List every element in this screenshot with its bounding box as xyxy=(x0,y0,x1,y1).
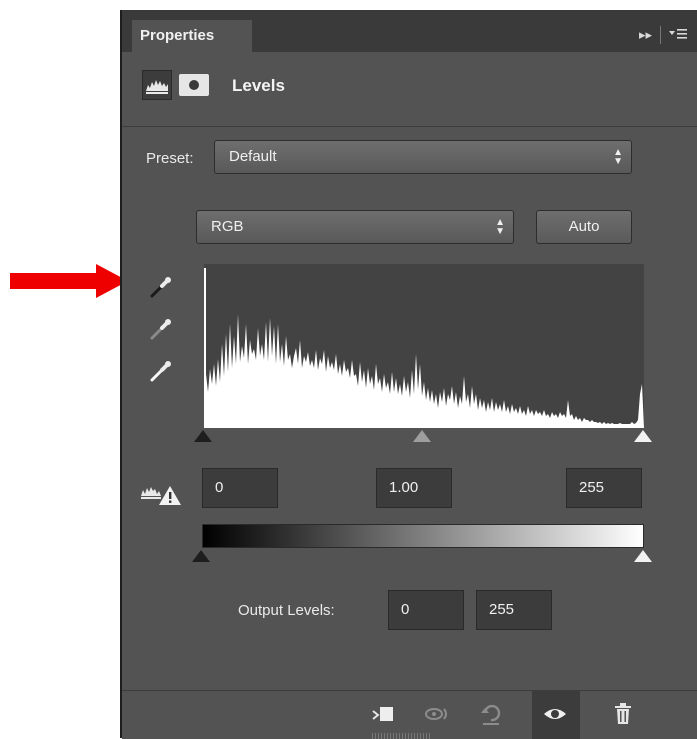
bottom-toolbar xyxy=(122,690,697,739)
output-gradient xyxy=(202,524,644,548)
input-black-slider[interactable] xyxy=(194,430,212,442)
channel-select[interactable]: RGB ▲ ▼ xyxy=(196,210,514,244)
histogram-graph xyxy=(204,268,644,428)
eyedropper-white-icon[interactable] xyxy=(148,358,174,384)
channel-value: RGB xyxy=(211,218,244,235)
output-black-slider[interactable] xyxy=(192,550,210,562)
select-arrows-icon: ▲ ▼ xyxy=(495,217,505,237)
resize-grip[interactable] xyxy=(372,733,432,739)
preset-select[interactable]: Default ▲ ▼ xyxy=(214,140,632,174)
tab-properties[interactable]: Properties xyxy=(132,20,252,52)
input-white-field[interactable]: 255 xyxy=(566,468,642,508)
trash-icon[interactable] xyxy=(610,701,636,727)
mask-icon[interactable] xyxy=(179,74,209,96)
warning-icon[interactable] xyxy=(140,482,182,506)
double-arrow-icon[interactable]: ▸▸ xyxy=(639,27,652,43)
preset-label: Preset: xyxy=(146,150,194,167)
auto-button[interactable]: Auto xyxy=(536,210,632,244)
reset-icon[interactable] xyxy=(478,701,504,727)
annotation-arrow xyxy=(10,264,128,298)
panel-tabbar: Properties ▸▸ xyxy=(122,10,697,52)
adjustment-header: Levels xyxy=(122,52,697,127)
properties-panel: Properties ▸▸ Levels Preset: Default ▲ ▼… xyxy=(120,10,697,739)
flyout-menu-icon[interactable] xyxy=(669,27,687,44)
output-white-field[interactable]: 255 xyxy=(476,590,552,630)
tabbar-tools: ▸▸ xyxy=(639,26,687,44)
output-white-slider[interactable] xyxy=(634,550,652,562)
preset-value: Default xyxy=(229,148,277,165)
input-black-field[interactable]: 0 xyxy=(202,468,278,508)
output-black-field[interactable]: 0 xyxy=(388,590,464,630)
input-white-slider[interactable] xyxy=(634,430,652,442)
eyedropper-black-icon[interactable] xyxy=(148,274,174,300)
levels-histogram[interactable] xyxy=(204,264,644,428)
clip-to-layer-icon[interactable] xyxy=(370,701,396,727)
tabbar-separator xyxy=(660,26,661,44)
select-arrows-icon: ▲ ▼ xyxy=(613,147,623,167)
output-levels-label: Output Levels: xyxy=(238,602,335,619)
adjustment-title: Levels xyxy=(232,76,285,95)
view-previous-icon[interactable] xyxy=(424,701,450,727)
eye-icon[interactable] xyxy=(542,701,568,727)
input-gamma-slider[interactable] xyxy=(413,430,431,442)
eyedropper-gray-icon[interactable] xyxy=(148,316,174,342)
levels-histogram-icon[interactable] xyxy=(142,70,172,100)
input-gamma-field[interactable]: 1.00 xyxy=(376,468,452,508)
